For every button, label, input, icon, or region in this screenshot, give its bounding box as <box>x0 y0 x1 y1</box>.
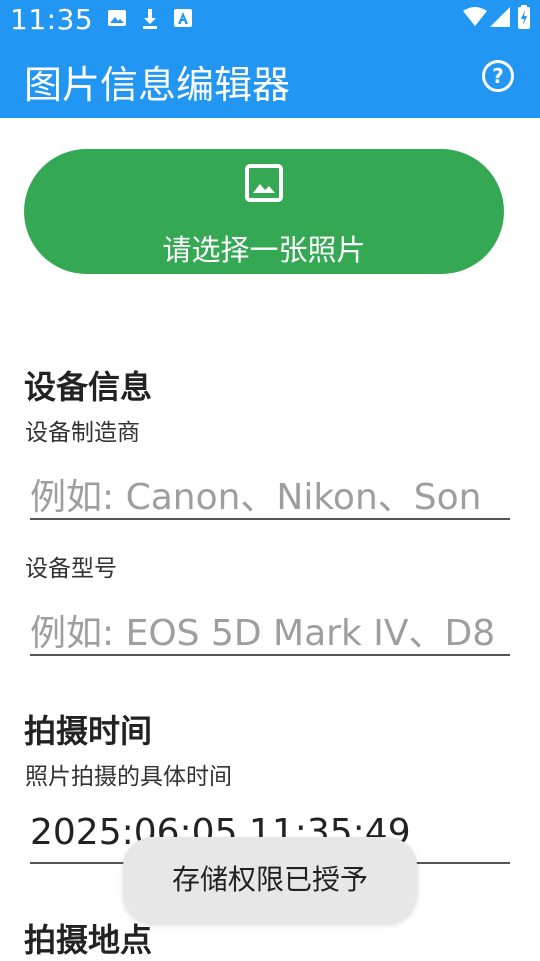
manufacturer-input[interactable]: 例如: Canon、Nikon、Son <box>30 468 510 520</box>
help-icon[interactable]: ? <box>482 60 514 92</box>
select-photo-button[interactable]: 请选择一张照片 <box>24 149 504 274</box>
location-section-title: 拍摄地点 <box>24 921 153 959</box>
app-title: 图片信息编辑器 <box>24 63 291 107</box>
model-input[interactable]: 例如: EOS 5D Mark IV、D8 <box>30 604 510 656</box>
image-icon <box>244 163 284 207</box>
accessibility-icon <box>173 8 193 32</box>
status-time: 11:35 <box>10 3 94 36</box>
time-section-title: 拍摄时间 <box>24 712 153 750</box>
time-label: 照片拍摄的具体时间 <box>25 764 232 790</box>
status-bar: 11:35 <box>0 0 540 38</box>
toast-message: 存储权限已授予 <box>123 837 417 923</box>
signal-icon <box>490 7 510 31</box>
device-section-title: 设备信息 <box>24 368 153 406</box>
manufacturer-label: 设备制造商 <box>25 420 140 446</box>
gallery-icon <box>107 8 127 32</box>
battery-charging-icon <box>518 5 530 33</box>
download-icon <box>140 8 160 34</box>
app-bar: 图片信息编辑器 ? <box>0 38 540 118</box>
select-photo-label: 请选择一张照片 <box>162 233 366 267</box>
wifi-icon <box>463 7 487 31</box>
model-label: 设备型号 <box>25 556 117 582</box>
